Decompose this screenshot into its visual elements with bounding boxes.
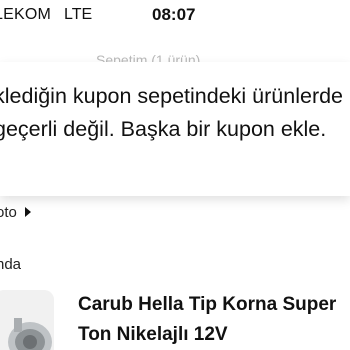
status-bar: LEKOM LTE 08:07 [0, 0, 350, 30]
coupon-error-toast[interactable]: klediğin kupon sepetindeki ürünlerde geç… [0, 62, 350, 196]
network-type: LTE [64, 6, 93, 23]
cargo-link[interactable]: oto [0, 202, 31, 222]
caret-right-icon [24, 207, 31, 217]
status-clock: 08:07 [152, 5, 196, 24]
toast-message: klediğin kupon sepetindeki ürünlerde geç… [0, 84, 344, 141]
cart-screen: LEKOM LTE 08:07 Sepetim (1 ürün) klediği… [0, 0, 350, 350]
cargo-link-label: oto [0, 203, 17, 221]
horn-product-icon [0, 290, 54, 350]
seller-label: nda [0, 256, 22, 273]
product-image[interactable] [0, 290, 54, 350]
carrier-name: LEKOM [0, 6, 52, 23]
product-title[interactable]: Carub Hella Tip Korna Super Ton Nikelajl… [78, 290, 350, 350]
